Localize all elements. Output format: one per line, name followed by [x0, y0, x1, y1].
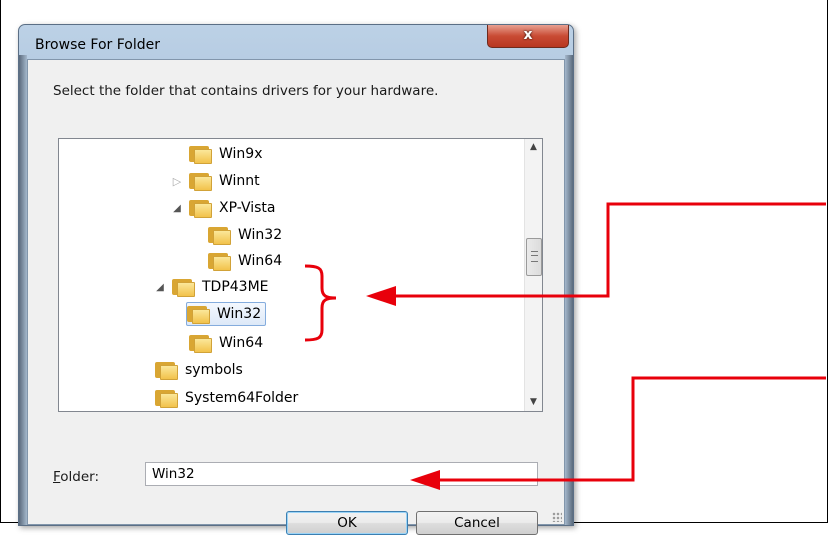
instruction-text: Select the folder that contains drivers …	[53, 83, 439, 99]
collapse-arrow-icon[interactable]: ◢	[155, 282, 165, 293]
browse-for-folder-dialog: Browse For Folder x Select the folder th…	[18, 24, 574, 535]
tree-item[interactable]: Winnt	[189, 170, 264, 192]
tree-item[interactable]: symbols	[155, 359, 247, 381]
folder-icon	[155, 361, 178, 380]
tree-item-selected[interactable]: Win32	[186, 302, 267, 326]
folder-tree[interactable]: Win9x ▷ Winnt ◢ XP-Vista Win32 Win64 ◢ T…	[58, 138, 543, 412]
tree-item[interactable]: XP-Vista	[189, 197, 279, 219]
dialog-client-area: Select the folder that contains drivers …	[27, 59, 565, 535]
folder-icon	[187, 305, 210, 324]
folder-icon	[155, 389, 178, 408]
dialog-title: Browse For Folder	[35, 37, 161, 53]
grip-icon	[531, 251, 538, 262]
cancel-button[interactable]: Cancel	[416, 511, 538, 535]
close-icon: x	[523, 27, 533, 43]
folder-input[interactable]	[145, 462, 538, 486]
tree-item-label: XP-Vista	[219, 200, 276, 216]
folder-icon	[172, 278, 195, 297]
folder-icon	[208, 226, 231, 245]
tree-item-label: Win64	[219, 335, 264, 351]
folder-icon	[189, 172, 212, 191]
tree-item-label: System64Folder	[185, 390, 299, 406]
scroll-down-arrow-icon[interactable]: ▼	[525, 394, 542, 411]
tree-item-label: TDP43ME	[202, 279, 269, 295]
folder-icon	[189, 334, 212, 353]
folder-field-label: Folder:	[53, 469, 99, 485]
tree-item[interactable]: Win64	[189, 332, 267, 354]
close-button[interactable]: x	[487, 25, 569, 48]
tree-item-label: Win32	[238, 227, 283, 243]
dialog-right-border	[565, 55, 573, 525]
tree-item[interactable]: TDP43ME	[172, 276, 273, 298]
tree-item-label: Winnt	[219, 173, 260, 189]
ok-button[interactable]: OK	[286, 511, 408, 535]
tree-item[interactable]: Win32	[208, 224, 286, 246]
vertical-scrollbar[interactable]: ▲ ▼	[524, 139, 542, 411]
collapse-arrow-icon[interactable]: ◢	[172, 203, 182, 214]
tree-item[interactable]: Win9x	[189, 143, 267, 165]
scrollbar-thumb[interactable]	[526, 238, 542, 276]
tree-item[interactable]: System64Folder	[155, 387, 302, 409]
tree-item[interactable]: Win64	[208, 250, 286, 272]
tree-item-label: Win32	[217, 306, 262, 322]
tree-item-label: Win9x	[219, 146, 263, 162]
tree-item-label: Win64	[238, 253, 283, 269]
folder-icon	[189, 145, 212, 164]
folder-label-rest: older:	[60, 469, 100, 485]
folder-icon	[208, 252, 231, 271]
expand-arrow-icon[interactable]: ▷	[172, 175, 182, 188]
folder-icon	[189, 199, 212, 218]
dialog-left-border	[19, 55, 27, 525]
tree-item-label: symbols	[185, 362, 243, 378]
resize-grip-icon[interactable]	[552, 512, 562, 522]
scroll-up-arrow-icon[interactable]: ▲	[525, 139, 542, 156]
